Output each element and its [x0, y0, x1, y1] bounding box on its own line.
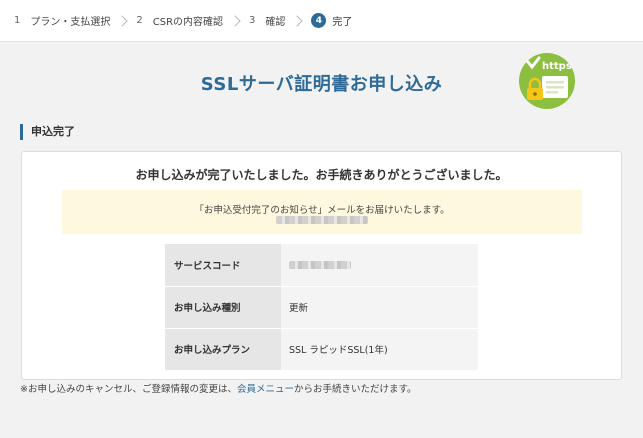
service-code-label: サービスコード	[165, 244, 281, 287]
completion-card: お申し込みが完了いたしました。お手続きありがとうございました。 「お申込受付完了…	[21, 151, 622, 380]
service-code-value	[281, 244, 478, 287]
table-row: サービスコード	[165, 244, 478, 287]
step-label: 完了	[332, 17, 353, 28]
completion-message: お申し込みが完了いたしました。お手続きありがとうございました。	[135, 168, 508, 182]
table-row: お申し込みプラン SSL ラピッドSSL(1年)	[165, 328, 478, 371]
chevron-right-icon	[116, 14, 129, 27]
plan-value: SSL ラピッドSSL(1年)	[281, 328, 478, 371]
notice-text: 「お申込受付完了のお知らせ」メールをお届けいたします。	[194, 205, 450, 216]
section-title: 申込完了	[20, 124, 75, 140]
step-complete: 4 完了	[311, 13, 352, 28]
https-lock-icon: https	[519, 53, 575, 109]
footnote: ※お申し込みのキャンセル、ご登録情報の変更は、会員メニューからお手続きいただけま…	[20, 381, 417, 395]
footnote-suffix: からお手続きいただけます。	[293, 384, 417, 395]
step-csr: 2 CSRの内容確認	[136, 13, 223, 28]
badge-text: https	[542, 61, 572, 72]
type-value: 更新	[281, 286, 478, 329]
plan-label: お申し込みプラン	[165, 328, 281, 371]
redacted-email	[276, 216, 368, 224]
details-table: サービスコード お申し込み種別 更新 お申し込みプラン SSL ラピッドSSL(…	[165, 244, 478, 371]
step-label: CSRの内容確認	[152, 17, 224, 28]
type-label: お申し込み種別	[165, 286, 281, 329]
redacted-service-code	[289, 261, 351, 269]
table-row: お申し込み種別 更新	[165, 286, 478, 329]
chevron-right-icon	[229, 14, 241, 27]
step-number: 3	[249, 15, 256, 26]
step-number-current: 4	[311, 13, 327, 28]
step-number: 2	[136, 15, 143, 26]
step-label: 確認	[265, 17, 286, 28]
step-number: 1	[14, 15, 21, 26]
progress-steps: 1 プラン・支払選択 2 CSRの内容確認 3 確認 4 完了	[0, 0, 643, 42]
step-plan: 1 プラン・支払選択	[14, 13, 110, 28]
member-menu-link[interactable]: 会員メニュー	[237, 384, 294, 395]
step-label: プラン・支払選択	[30, 17, 111, 28]
footnote-prefix: ※お申し込みのキャンセル、ご登録情報の変更は、	[20, 384, 237, 395]
chevron-right-icon	[291, 14, 304, 27]
notice-box: 「お申込受付完了のお知らせ」メールをお届けいたします。	[62, 190, 582, 234]
step-confirm: 3 確認	[249, 13, 285, 28]
